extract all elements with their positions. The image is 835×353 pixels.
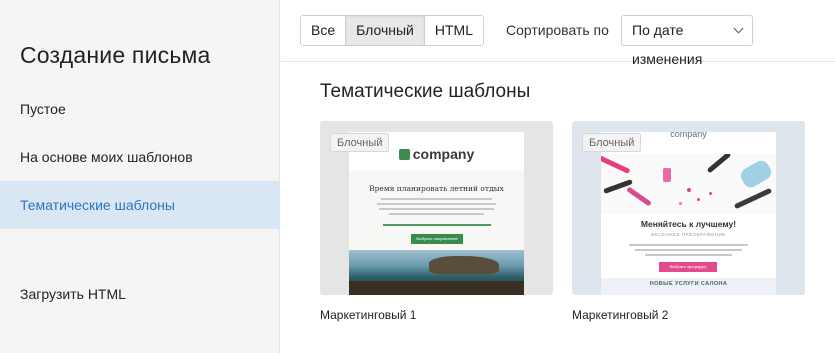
template-type-badge: Блочный bbox=[582, 133, 642, 152]
dot-shape bbox=[709, 192, 712, 195]
nail-polish-shape bbox=[663, 168, 671, 182]
sort-label: Сортировать по bbox=[506, 22, 609, 38]
sort-select-value: По дате изменения bbox=[632, 22, 703, 67]
pencil-shape bbox=[626, 186, 652, 207]
toolbar: Все Блочный HTML Сортировать по По дате … bbox=[281, 0, 835, 67]
filter-block-button[interactable]: Блочный bbox=[346, 16, 425, 45]
preview-button: Выбрать направление bbox=[411, 234, 463, 244]
preview-button: Выбрать процедуру bbox=[659, 262, 717, 272]
preview-subheadline: ВЕСЕННЕЕ ПРЕОБРАЖЕНИЕ bbox=[651, 232, 726, 237]
sidebar: Создание письма Пустое На основе моих ша… bbox=[0, 0, 280, 353]
filter-html-button[interactable]: HTML bbox=[424, 16, 483, 45]
dot-shape bbox=[697, 198, 700, 201]
dot-shape bbox=[679, 202, 682, 205]
sidebar-item-upload-html[interactable]: Загрузить HTML bbox=[0, 270, 280, 318]
template-name: Маркетинговый 2 bbox=[572, 308, 669, 322]
preview-text-line bbox=[629, 244, 748, 246]
chevron-down-icon bbox=[733, 23, 744, 34]
template-name: Маркетинговый 1 bbox=[320, 308, 417, 322]
template-card-2[interactable]: Блочный company Меняйтесь к лучшему! ВЕС… bbox=[572, 121, 805, 295]
sort-select[interactable]: По дате изменения bbox=[621, 15, 753, 67]
preview-footer-text: НОВЫЕ УСЛУГИ САЛОНА bbox=[649, 281, 728, 287]
filter-all-button[interactable]: Все bbox=[301, 16, 347, 45]
preview-photo bbox=[349, 250, 524, 295]
rock-shape bbox=[429, 256, 499, 274]
eyeliner-shape bbox=[733, 187, 773, 210]
sidebar-item-empty[interactable]: Пустое bbox=[0, 85, 280, 133]
filter-segmented-control: Все Блочный HTML bbox=[300, 15, 484, 46]
preview-headline: Меняйтесь к лучшему! bbox=[640, 219, 737, 229]
page-title: Создание письма bbox=[20, 42, 211, 68]
sidebar-item-thematic-templates[interactable]: Тематические шаблоны bbox=[0, 181, 280, 229]
preview-footer: НОВЫЕ УСЛУГИ САЛОНА bbox=[601, 278, 776, 295]
preview-text-line bbox=[635, 249, 742, 251]
dot-shape bbox=[687, 188, 691, 192]
preview-text-line bbox=[379, 208, 494, 210]
section-title: Тематические шаблоны bbox=[320, 81, 531, 102]
company-logo-icon bbox=[398, 149, 410, 160]
shore-shape bbox=[349, 281, 524, 295]
preview-link-line bbox=[383, 224, 491, 226]
preview-text-line bbox=[377, 203, 496, 205]
preview-headline: Время планировать летний отдых bbox=[369, 184, 504, 193]
mascara-shape bbox=[706, 154, 732, 174]
cosmetics-illustration bbox=[601, 154, 776, 214]
template-type-badge: Блочный bbox=[330, 133, 390, 152]
template-preview: company Меняйтесь к лучшему! ВЕСЕННЕЕ ПР… bbox=[601, 129, 776, 295]
bottle-shape bbox=[738, 157, 774, 191]
preview-text-line bbox=[389, 213, 484, 215]
preview-text-line bbox=[645, 254, 732, 256]
template-card-1[interactable]: Блочный company Время планировать летний… bbox=[320, 121, 553, 295]
template-preview: company Время планировать летний отдых В… bbox=[349, 132, 524, 295]
lipstick-shape bbox=[601, 155, 631, 174]
sidebar-item-my-templates[interactable]: На основе моих шаблонов bbox=[0, 133, 280, 181]
preview-text-line bbox=[381, 198, 492, 200]
